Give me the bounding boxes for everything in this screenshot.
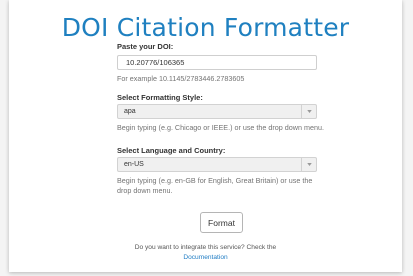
style-select[interactable]: apa <box>117 104 317 119</box>
style-help-text: Begin typing (e.g. Chicago or IEEE.) or … <box>117 123 324 132</box>
footer-text: Do you want to integrate this service? C… <box>134 244 277 251</box>
style-selected-value: apa <box>124 108 136 115</box>
page-title: DOI Citation Formatter <box>61 13 350 42</box>
locale-help-text: Begin typing (e.g. en-GB for English, Gr… <box>117 176 313 195</box>
chevron-down-icon[interactable] <box>301 158 316 171</box>
doi-help-text: For example 10.1145/2783446.2783605 <box>117 74 245 83</box>
documentation-link[interactable]: Documentation <box>183 254 227 261</box>
formatter-card: DOI Citation Formatter Paste your DOI: 1… <box>9 0 402 272</box>
locale-select[interactable]: en-US <box>117 157 317 172</box>
footer-note: Do you want to integrate this service? C… <box>9 243 402 263</box>
locale-selected-value: en-US <box>124 161 144 168</box>
format-button[interactable]: Format <box>200 212 243 233</box>
doi-label: Paste your DOI: <box>117 42 174 51</box>
doi-input[interactable]: 10.20776/106365 <box>117 55 317 70</box>
chevron-down-icon[interactable] <box>301 105 316 118</box>
locale-label: Select Language and Country: <box>117 146 226 155</box>
style-label: Select Formatting Style: <box>117 93 203 102</box>
